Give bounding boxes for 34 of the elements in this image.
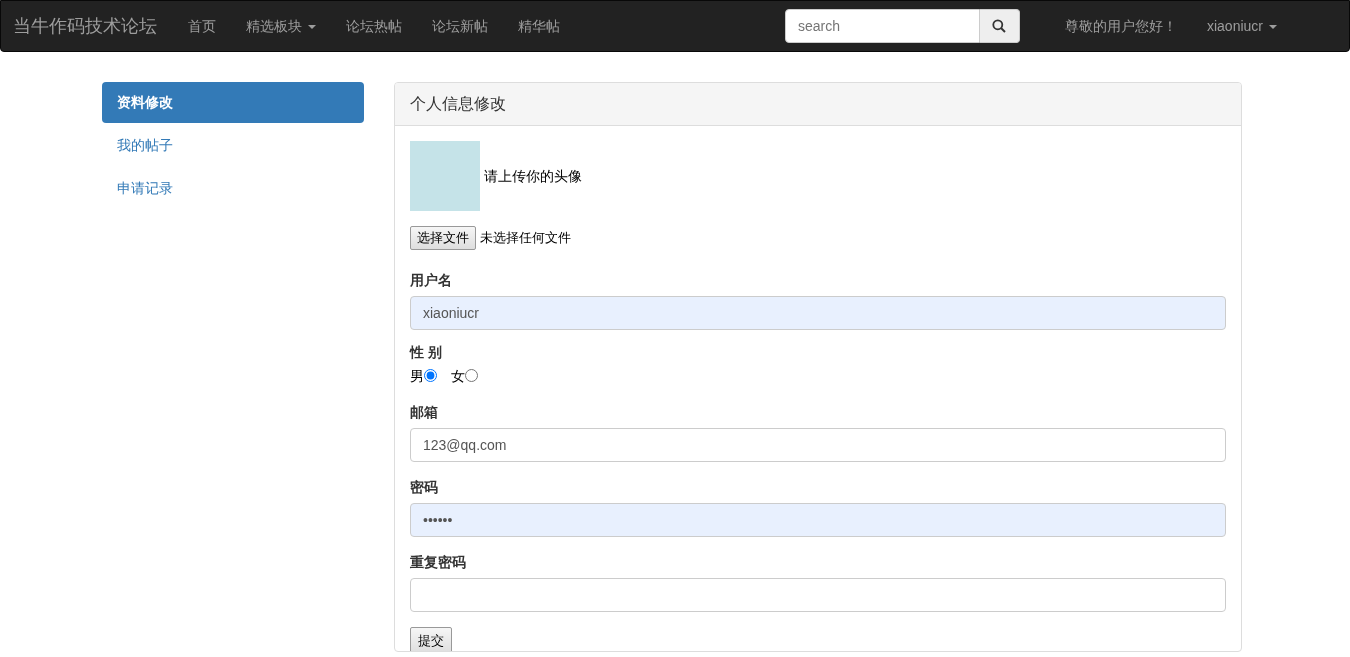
brand-title[interactable]: 当牛作码技术论坛 [13,12,157,40]
avatar-caption: 请上传你的头像 [484,166,582,186]
avatar-photo-placeholder [410,141,480,211]
search-field[interactable]: search [784,9,980,43]
nav-link[interactable]: 首页 [173,15,231,37]
sidebar-item[interactable]: 我的帖子 [102,125,364,166]
user-menu[interactable]: xiaoniucr [1191,15,1292,37]
field-label: 重复密码 [410,552,467,572]
radio-button[interactable] [424,368,437,382]
nav-link[interactable]: 论坛热帖 [331,15,417,37]
choose-file-button[interactable]: 选择文件 [410,226,476,250]
input-field[interactable]: 123@qq.com [410,427,1226,462]
field-label: 邮箱 [410,402,439,422]
file-status: 未选择任何文件 [480,229,571,247]
greeting-text: 尊敬的用户您好！ [1063,16,1178,36]
field-label: 性 别 [410,342,443,362]
sidebar-item[interactable]: 申请记录 [102,168,364,209]
field-label: 密码 [410,477,439,497]
radio-button[interactable] [465,368,478,382]
nav-link[interactable]: 论坛新帖 [417,15,503,37]
caret-icon [1269,24,1277,29]
panel-title: 个人信息修改 [395,83,1241,126]
radio-label: 男 [410,367,424,384]
input-field[interactable]: xiaoniucr [410,295,1226,330]
search-button[interactable] [979,9,1020,43]
input-field[interactable]: •••••• [410,502,1226,537]
search-icon [992,19,1007,33]
radio-label: 女 [451,367,465,384]
submit-button[interactable]: 提交 [410,626,452,651]
nav-link[interactable]: 精华帖 [503,15,575,37]
input-field[interactable] [410,577,1226,612]
sidebar-item[interactable]: 资料修改 [102,82,364,123]
nav-link[interactable]: 精选板块 [231,15,331,37]
field-label: 用户名 [410,270,453,290]
